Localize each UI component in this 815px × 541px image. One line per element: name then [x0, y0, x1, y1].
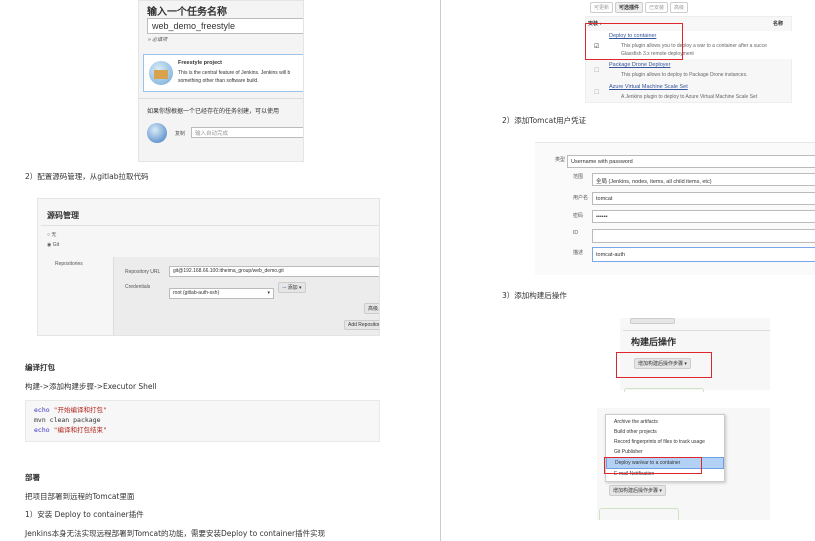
- copy-icon: [147, 123, 167, 143]
- plugin-desc: A Jenkins plugin to deploy to Azure Virt…: [621, 94, 758, 100]
- credentials-screenshot: 类型 Username with password 范围 全局 (Jenkins…: [535, 142, 815, 275]
- step1-desc: Jenkins本身无法实现远程部署到Tomcat的功能，需要安装Deploy t…: [25, 529, 326, 538]
- scm-title: 源码管理: [47, 211, 79, 220]
- credentials-select[interactable]: root (gitlab-auth-ssh) ▾: [169, 288, 274, 299]
- plugin-link[interactable]: Package Drone Deployer: [609, 62, 670, 68]
- type-select[interactable]: Username with password: [567, 155, 815, 168]
- code-line-3: echo "编译和打包结束": [34, 425, 371, 435]
- col-name: 名称: [773, 21, 784, 27]
- advanced-button[interactable]: 高级...: [364, 303, 379, 314]
- scope-label: 范围: [573, 174, 584, 180]
- required-hint: » 必填项: [148, 37, 168, 43]
- section-divider: [623, 330, 770, 331]
- highlight-box: [585, 23, 683, 60]
- step2-heading-right: 2）添加Tomcat用户凭证: [502, 116, 587, 125]
- green-box-edge: [599, 508, 679, 520]
- username-label: 用户名: [573, 195, 589, 201]
- tab-available[interactable]: 可选插件: [615, 2, 644, 13]
- code-keyword: echo: [34, 406, 50, 414]
- add-label: 添加: [287, 285, 298, 291]
- menu-item-git-publisher[interactable]: Git Publisher: [606, 447, 724, 457]
- new-job-screenshot: 输入一个任务名称 web_demo_freestyle » 必填项 Freest…: [138, 0, 304, 162]
- code-keyword: echo: [34, 426, 50, 434]
- post-build-title: 构建后操作: [631, 337, 677, 347]
- plugin-row: ☐ Package Drone Deployer This plugin all…: [586, 61, 793, 81]
- code-line-1: echo "开始编译和打包": [34, 405, 371, 415]
- menu-item-build-other[interactable]: Build other projects: [606, 427, 724, 437]
- add-post-build-step-button[interactable]: 增加构建后操作步骤 ▾: [609, 485, 666, 496]
- description-input[interactable]: tomcat-auth: [592, 247, 815, 262]
- add-credentials-button[interactable]: ⊸ 添加 ▾: [278, 282, 306, 293]
- page-divider: [440, 0, 441, 541]
- freestyle-desc-2: something other than software build.: [178, 78, 259, 84]
- plugin-desc: This plugin allows to deploy to Package …: [621, 72, 748, 78]
- shell-code-block: echo "开始编译和打包" mvn clean package echo "编…: [25, 400, 380, 442]
- password-label: 密码: [573, 213, 584, 219]
- tab-installed[interactable]: 已安装: [645, 2, 669, 13]
- id-label: ID: [573, 230, 578, 236]
- add-repository-button[interactable]: Add Repository: [344, 320, 379, 330]
- repository-panel: Repository URL git@192.168.66.100:itheim…: [113, 257, 379, 335]
- credentials-value: root (gitlab-auth-ssh): [173, 290, 220, 296]
- tab-advanced[interactable]: 高级: [670, 2, 689, 13]
- username-input[interactable]: tomcat: [592, 192, 815, 205]
- plugin-link[interactable]: Azure Virtual Machine Scale Set: [609, 84, 688, 90]
- id-input[interactable]: [592, 229, 815, 243]
- scope-select[interactable]: 全局 (Jenkins, nodes, items, all child ite…: [592, 173, 815, 186]
- copy-section: 如果你想根据一个已经存在的任务创建，可以使用 复制 输入自动完成: [139, 98, 303, 150]
- type-label: 类型: [555, 157, 566, 163]
- radio-git-label: Git: [52, 242, 60, 248]
- credentials-label: Credentials: [125, 284, 151, 290]
- plugins-screenshot: 可更新 可选插件 已安装 高级 安装 ↓ 名称 ☑ Deploy to cont…: [585, 0, 793, 103]
- highlight-box: [604, 457, 702, 474]
- code-string: "开始编译和打包": [53, 406, 107, 414]
- freestyle-desc: This is the central feature of Jenkins. …: [178, 70, 291, 76]
- repositories-label: Repositories: [55, 261, 83, 267]
- repo-url-input[interactable]: git@192.168.66.100:itheima_group/web_dem…: [169, 266, 379, 277]
- freestyle-icon: [149, 61, 173, 85]
- radio-none-label: 无: [51, 232, 57, 238]
- radio-none[interactable]: ○ 无: [47, 231, 56, 238]
- plugin-tabs: 可更新 可选插件 已安装 高级: [590, 2, 689, 13]
- menu-item-fingerprints[interactable]: Record fingerprints of files to track us…: [606, 437, 724, 447]
- build-path: 构建->添加构建步骤->Executor Shell: [25, 382, 157, 391]
- deploy-desc: 把项目部署到远程的Tomcat里面: [25, 492, 135, 501]
- prior-button: [630, 318, 675, 324]
- step1-heading: 1）安装 Deploy to container插件: [25, 510, 144, 519]
- checkbox[interactable]: ☐: [594, 67, 599, 74]
- step3-heading: 3）添加构建后操作: [502, 291, 567, 300]
- deploy-heading: 部署: [25, 473, 40, 482]
- freestyle-title: Freestyle project: [178, 60, 223, 66]
- highlight-box: [616, 352, 712, 378]
- copy-from-input[interactable]: 输入自动完成: [191, 127, 303, 138]
- radio-git[interactable]: ◉ Git: [47, 242, 59, 248]
- green-box-edge: [624, 388, 704, 392]
- password-input[interactable]: ••••••: [592, 210, 815, 223]
- scm-divider: [41, 225, 379, 226]
- copy-label: 复制: [175, 131, 186, 137]
- step2-heading-left: 2）配置源码管理，从gitlab拉取代码: [25, 172, 149, 181]
- build-heading: 编译打包: [25, 363, 55, 372]
- checkbox[interactable]: ☐: [594, 89, 599, 96]
- code-line-2: mvn clean package: [34, 416, 101, 424]
- freestyle-option[interactable]: Freestyle project This is the central fe…: [143, 54, 303, 92]
- menu-item-archive[interactable]: Archive the artifacts: [606, 417, 724, 427]
- code-string: "编译和打包结束": [53, 426, 107, 434]
- job-name-input[interactable]: web_demo_freestyle: [147, 18, 303, 34]
- key-icon: ⊸: [282, 285, 287, 291]
- copy-hint: 如果你想根据一个已经存在的任务创建，可以使用: [147, 109, 280, 115]
- repo-url-label: Repository URL: [125, 269, 161, 275]
- new-job-title: 输入一个任务名称: [147, 7, 227, 18]
- tab-updates[interactable]: 可更新: [590, 2, 614, 13]
- scm-screenshot: 源码管理 ○ 无 ◉ Git Repositories Repository U…: [37, 198, 380, 336]
- plugin-row: ☐ Azure Virtual Machine Scale Set A Jenk…: [586, 83, 793, 103]
- description-label: 描述: [573, 250, 584, 256]
